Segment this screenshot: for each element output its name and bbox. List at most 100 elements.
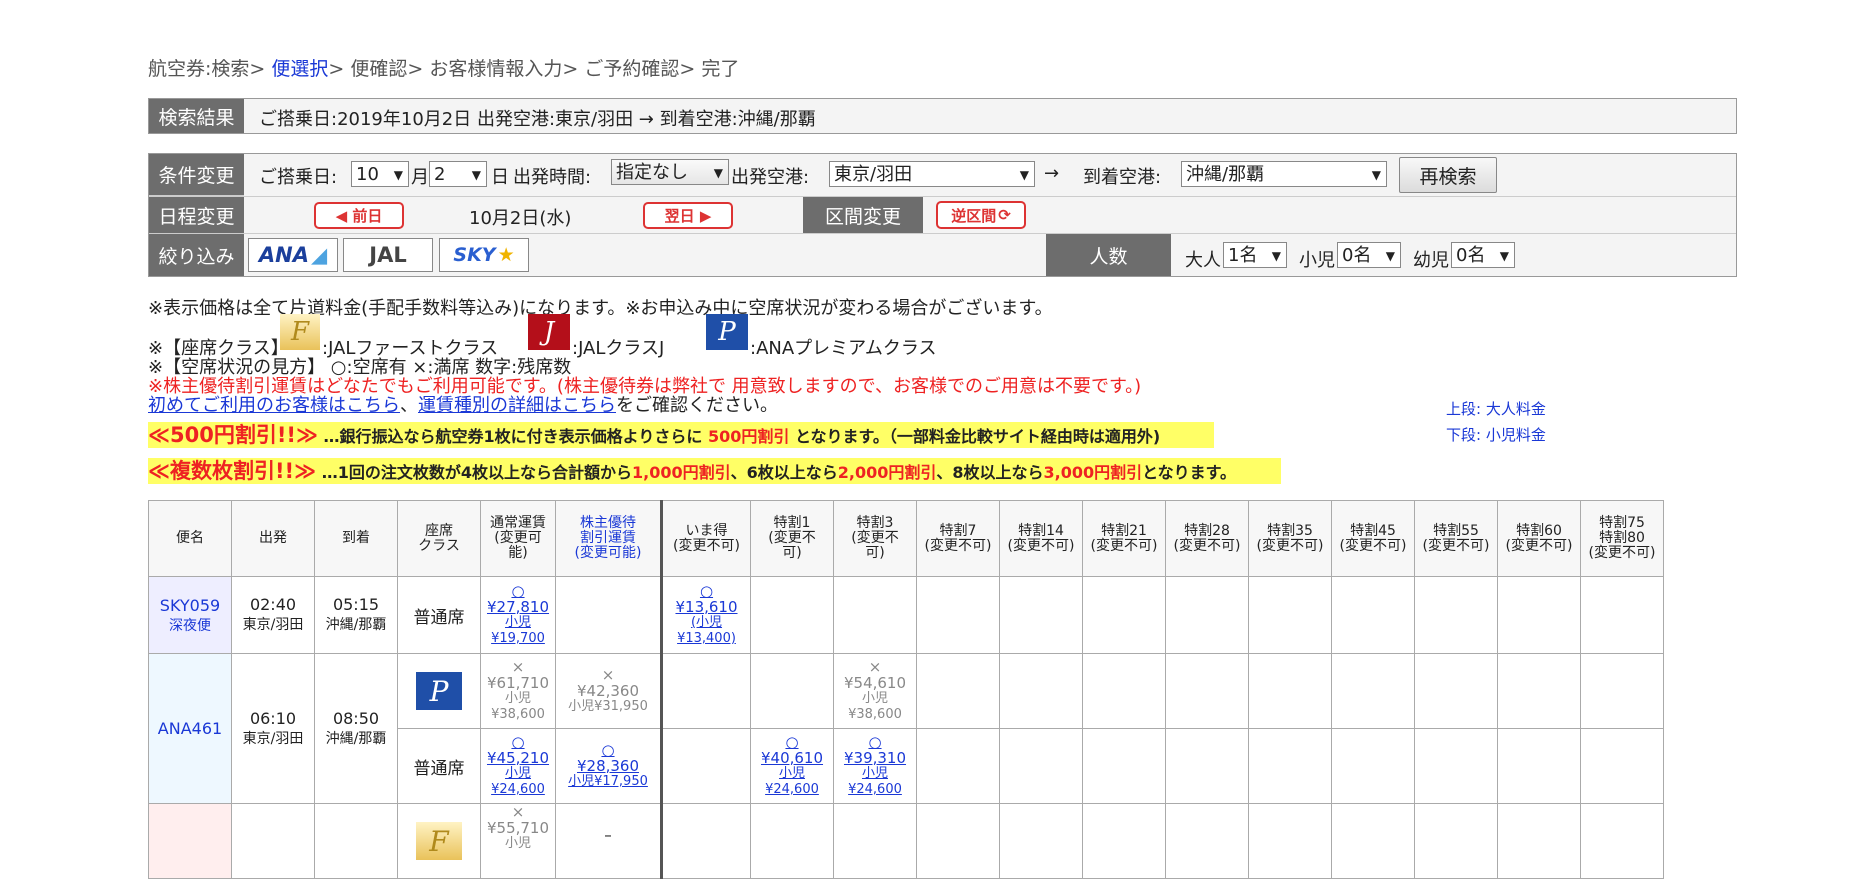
fare-cell-empty (1165, 653, 1249, 729)
time-select[interactable]: 指定なし ▼ (611, 159, 729, 185)
adult-count-select[interactable]: 1名 ▼ (1223, 242, 1287, 268)
departure-value: 東京/羽田 (834, 164, 913, 185)
seat-class-cell: 普通席 (397, 576, 481, 654)
jal-classj-label: :JALクラスJ (572, 338, 665, 359)
schedule-change-label: 日程変更 (149, 197, 244, 233)
ana-premium-icon: P (706, 314, 748, 350)
route-arrow: → (1044, 163, 1060, 184)
breadcrumb-reservation-confirm: ご予約確認 (584, 58, 680, 80)
ana-premium-label: :ANAプレミアムクラス (750, 338, 937, 359)
departure-label: 出発空港: (731, 167, 810, 188)
adult-label: 大人 (1185, 250, 1221, 271)
col-departure: 出発 (231, 500, 315, 577)
infant-count-select[interactable]: 0名 ▼ (1451, 242, 1515, 268)
table-row: F × ¥55,710 小児 – (148, 803, 1664, 879)
fare-cell-imatoku (660, 803, 751, 879)
search-result-text: ご搭乗日:2019年10月2日 出発空港:東京/羽田 → 到着空港:沖縄/那覇 (259, 109, 816, 130)
fare-cell-empty (999, 803, 1083, 879)
bank-transfer-promo: ≪500円割引!!≫ …銀行振込なら航空券1枚に付き表示価格よりさらに 500円… (148, 422, 1214, 448)
fare-cell-empty (1248, 803, 1332, 879)
child-label: 小児 (861, 691, 888, 706)
adult-price: ¥55,710 (486, 819, 550, 837)
fare-cell-empty (999, 728, 1083, 804)
child-label: 小児 (778, 766, 805, 781)
chevron-down-icon: ▼ (1019, 168, 1029, 182)
people-label: 人数 (1046, 234, 1171, 276)
child-price: ¥24,600 (848, 782, 902, 797)
jal-classj-icon: J (528, 314, 570, 350)
departure-time: 02:40 (249, 595, 297, 614)
fare-cell-empty (1580, 728, 1664, 804)
arrival-select[interactable]: 沖縄/那覇 ▼ (1181, 161, 1387, 187)
fare-cell-empty (1331, 728, 1415, 804)
month-select[interactable]: 10 ▼ (351, 161, 409, 187)
fare-cell-empty (999, 653, 1083, 729)
fare-cell-tokuwari-1[interactable]: ○ ¥40,610 小児 ¥24,600 (750, 728, 834, 804)
adult-price: ¥54,610 (843, 674, 907, 692)
infant-label: 幼児 (1413, 250, 1449, 271)
infant-count-value: 0名 (1456, 245, 1486, 266)
chevron-down-icon: ▼ (393, 168, 403, 182)
availability-mark: × (601, 666, 615, 684)
help-links: 初めてご利用のお客様はこちら、運賃種別の詳細はこちらをご確認ください。 (148, 391, 778, 417)
fare-detail-link[interactable]: 運賃種別の詳細はこちら (418, 395, 616, 416)
departure-select[interactable]: 東京/羽田 ▼ (829, 161, 1035, 187)
fare-table: 便名 出発 到着 座席 クラス 通常運賃 (変更可 能) 株主優待 割引運賃 (… (148, 500, 1664, 879)
fare-cell-empty (1580, 803, 1664, 879)
departure-time: 06:10 (249, 708, 297, 728)
flight-cell: SKY059 深夜便 (148, 576, 232, 654)
fare-cell-empty (1497, 803, 1581, 879)
adult-price: ¥13,610 (675, 598, 738, 616)
col-arrival: 到着 (314, 500, 398, 577)
reverse-route-button[interactable]: 逆区間 ⟳ (936, 201, 1026, 229)
fare-cell-imatoku[interactable]: ○ ¥13,610 (小児 ¥13,400) (660, 576, 751, 654)
fare-cell-normal[interactable]: ○ ¥45,210 小児 ¥24,600 (480, 728, 556, 804)
child-price: 小児¥17,950 (568, 774, 648, 789)
arrival-cell (314, 803, 398, 879)
first-time-link[interactable]: 初めてご利用のお客様はこちら (148, 395, 400, 416)
table-row: SKY059 深夜便 02:40 東京/羽田 05:15 沖縄/那覇 普通席 ○ ¥27… (148, 576, 1664, 654)
chevron-down-icon: ▼ (1371, 168, 1381, 182)
seat-class-cell: 普通席 (397, 728, 481, 804)
jal-filter-button[interactable]: JAL (343, 238, 433, 272)
fare-cell-empty (1331, 653, 1415, 729)
prev-day-button[interactable]: ◀ 前日 (314, 202, 404, 229)
col-tokuwari-7: 特割7 (変更不可) (916, 500, 1000, 577)
fare-cell-normal[interactable]: ○ ¥27,810 小児 ¥19,700 (480, 576, 556, 654)
departure-airport: 東京/羽田 (242, 617, 304, 633)
promo2-title: ≪複数枚割引!!≫ (148, 459, 317, 483)
child-price: ¥24,600 (765, 782, 819, 797)
fare-cell-empty (1331, 803, 1415, 879)
day-unit: 日 (491, 167, 509, 188)
child-count-select[interactable]: 0名 ▼ (1337, 242, 1401, 268)
arrival-cell: 08:50 沖縄/那覇 (314, 653, 398, 804)
adult-price: ¥45,210 (486, 749, 550, 767)
divider (149, 196, 1736, 197)
table-header-row: 便名 出発 到着 座席 クラス 通常運賃 (変更可 能) 株主優待 割引運賃 (… (148, 500, 1664, 577)
fare-cell-empty (833, 803, 917, 879)
fare-cell-empty (1414, 653, 1498, 729)
adult-price: ¥42,360 (576, 682, 640, 700)
availability-mark: ○ (785, 733, 799, 751)
chevron-down-icon: ▼ (1499, 249, 1509, 263)
next-day-button[interactable]: 翌日 ▶ (643, 202, 733, 229)
day-select[interactable]: 2 ▼ (429, 161, 487, 187)
fare-cell-normal: × ¥61,710 小児 ¥38,600 (480, 653, 556, 729)
breadcrumb-flight-select[interactable]: 便選択 (271, 58, 328, 80)
jal-logo: JAL (369, 243, 407, 267)
ana-filter-button[interactable]: ANA ◢ (248, 238, 338, 272)
refresh-icon: ⟳ (998, 206, 1011, 224)
arrival-time: 05:15 (332, 595, 380, 614)
departure-cell (231, 803, 315, 879)
fare-cell-tokuwari-3[interactable]: ○ ¥39,310 小児 ¥24,600 (833, 728, 917, 804)
fare-cell-empty (916, 728, 1000, 804)
sky-filter-button[interactable]: SKY ★ (439, 238, 529, 272)
fare-cell-shareholder[interactable]: ○ ¥28,360 小児¥17,950 (555, 728, 662, 804)
seat-class-cell: P (397, 653, 481, 729)
adult-price: ¥27,810 (486, 598, 550, 616)
ana-premium-icon: P (416, 672, 462, 710)
fare-cell-empty (1497, 576, 1581, 654)
research-button[interactable]: 再検索 (1399, 157, 1497, 193)
promo2-highlight-3: 3,000円割引 (1043, 463, 1143, 482)
fare-cell-empty (1082, 803, 1166, 879)
